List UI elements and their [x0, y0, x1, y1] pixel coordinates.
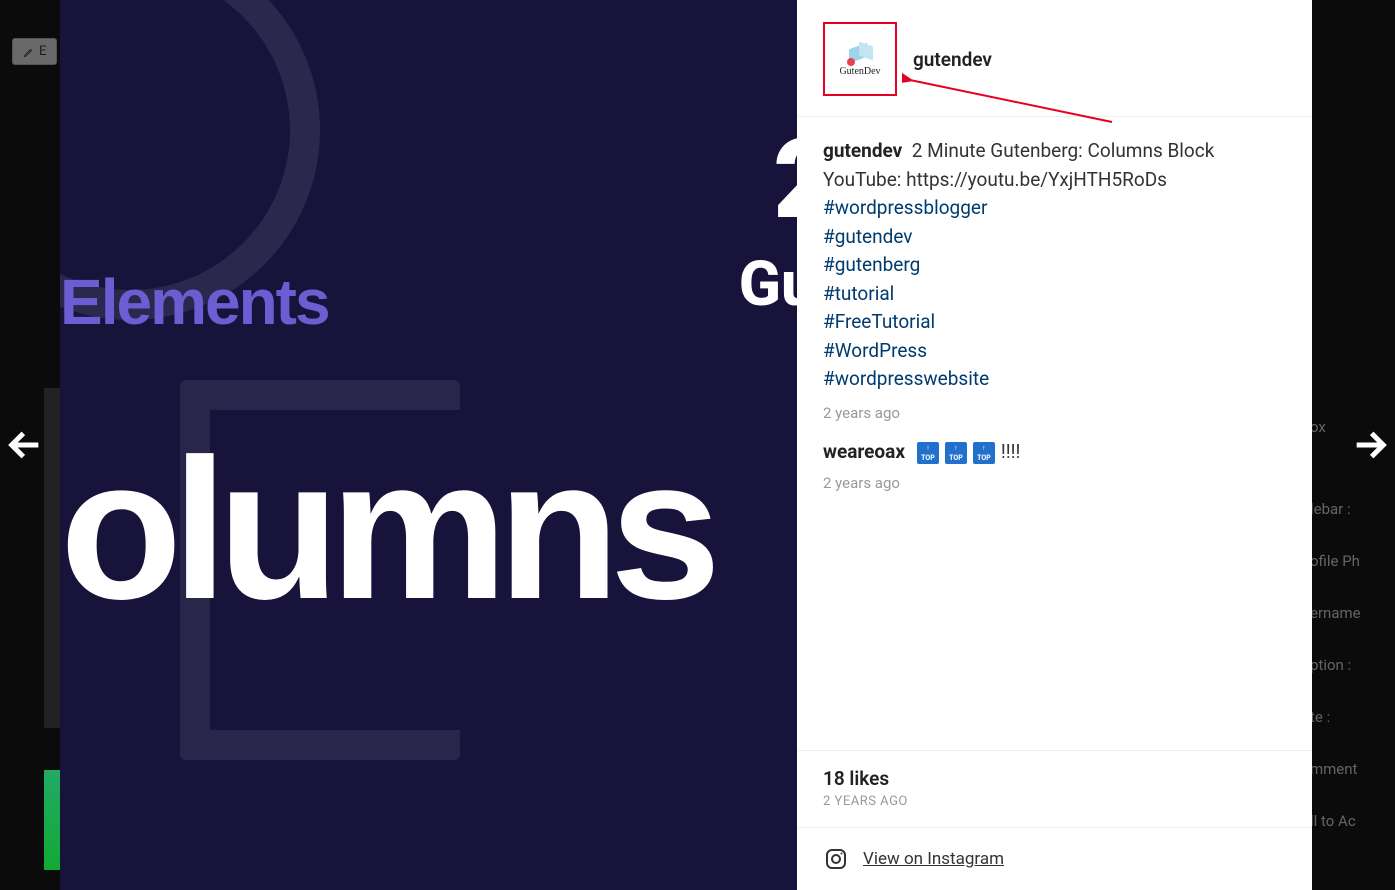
arrow-left-icon: [5, 425, 45, 465]
hashtag-link[interactable]: #WordPress: [823, 337, 1286, 366]
hashtag-link[interactable]: #FreeTutorial: [823, 308, 1286, 337]
top-emoji-icon: [917, 442, 939, 464]
post-comment: weareoax !!!! 2 years ago: [823, 440, 1286, 493]
post-info-panel: GutenDev gutendev gutendev 2 Minute Gute…: [797, 0, 1312, 890]
view-link-label: View on Instagram: [863, 849, 1004, 869]
likes-count[interactable]: 18 likes: [797, 751, 1312, 794]
top-emoji-icon: [945, 442, 967, 464]
avatar-brand-label: GutenDev: [839, 66, 880, 77]
hashtag-link[interactable]: #tutorial: [823, 280, 1286, 309]
comment-username[interactable]: weareoax: [823, 440, 905, 463]
hashtag-link[interactable]: #wordpressblogger: [823, 194, 1286, 223]
caption-line: 2 Minute Gutenberg: Columns Block: [912, 139, 1215, 162]
arrow-right-icon: [1350, 425, 1390, 465]
media-graphic: Elements 2 Gut olumns: [60, 0, 797, 890]
caption-timestamp: 2 years ago: [823, 404, 1286, 422]
view-on-instagram-link[interactable]: View on Instagram: [797, 827, 1312, 890]
comment-timestamp: 2 years ago: [823, 474, 1286, 492]
caption-line: YouTube: https://youtu.be/YxjHTH5RoDs: [823, 168, 1167, 191]
post-content: gutendev 2 Minute Gutenberg: Columns Blo…: [797, 117, 1312, 750]
caption-username[interactable]: gutendev: [823, 139, 902, 162]
comment-text: !!!!: [1001, 440, 1021, 463]
media-text-number: 2: [773, 115, 797, 244]
media-text-columns: olumns: [60, 430, 711, 630]
post-caption: gutendev 2 Minute Gutenberg: Columns Blo…: [823, 137, 1286, 422]
hashtag-link[interactable]: #gutendev: [823, 223, 1286, 252]
instagram-post-modal: Elements 2 Gut olumns GutenDev gutendev: [60, 0, 1312, 890]
post-username[interactable]: gutendev: [913, 48, 992, 71]
media-text-brand: Gut: [739, 248, 797, 321]
hashtag-link[interactable]: #gutenberg: [823, 251, 1286, 280]
instagram-icon: [823, 846, 849, 872]
prev-arrow[interactable]: [2, 422, 48, 468]
post-header: GutenDev gutendev: [797, 0, 1312, 117]
likes-timestamp: 2 YEARS AGO: [797, 794, 1312, 827]
gallery-thumbnail[interactable]: [44, 770, 60, 870]
media-text-elements: Elements: [60, 265, 329, 339]
hashtag-link[interactable]: #wordpresswebsite: [823, 365, 1286, 394]
profile-avatar[interactable]: GutenDev: [823, 22, 897, 96]
top-emoji-icon: [973, 442, 995, 464]
next-arrow[interactable]: [1347, 422, 1393, 468]
avatar-cube-icon: [847, 42, 873, 64]
post-footer: 18 likes 2 YEARS AGO View on Instagram: [797, 750, 1312, 890]
post-media[interactable]: Elements 2 Gut olumns: [60, 0, 797, 890]
